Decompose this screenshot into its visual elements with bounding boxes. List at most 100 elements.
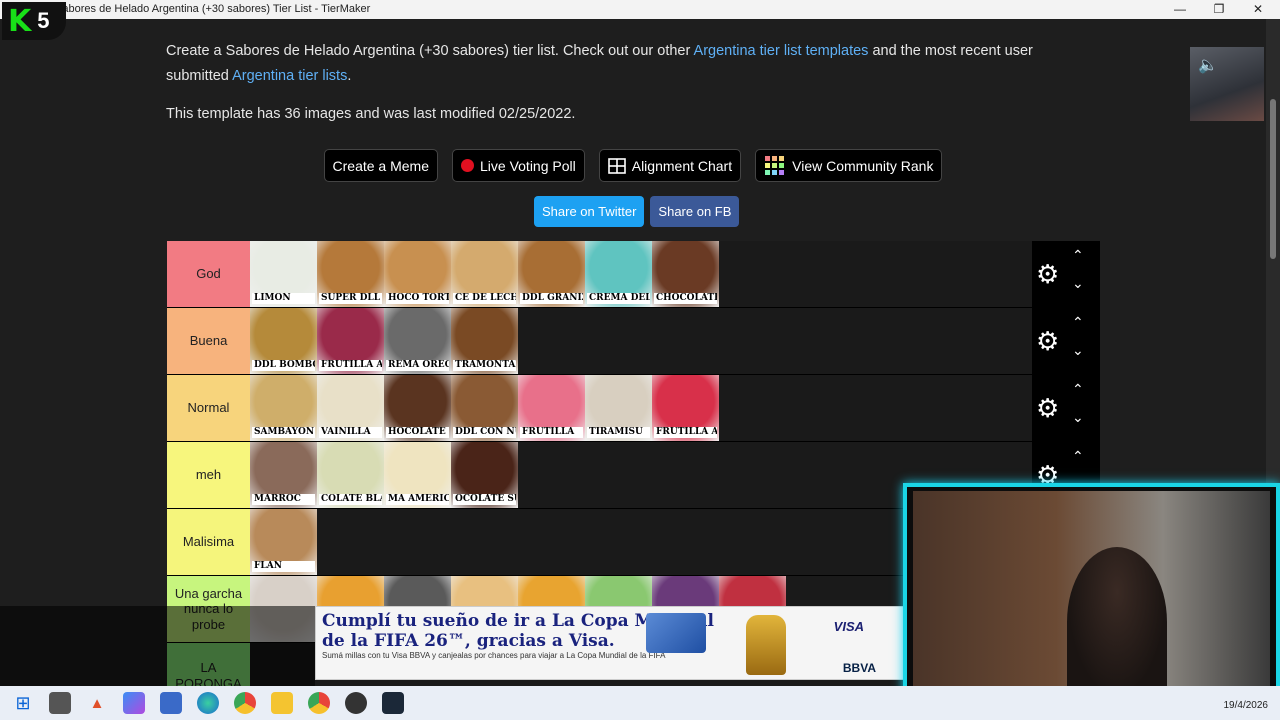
item-label: TIRAMISU — [587, 427, 650, 438]
bbva-logo: BBVA — [842, 661, 876, 675]
create-meme-button[interactable]: Create a Meme — [323, 149, 438, 182]
store-icon[interactable] — [160, 692, 182, 714]
live-voting-button[interactable]: Live Voting Poll — [452, 149, 585, 182]
chevron-up-icon[interactable]: ⌃ — [1072, 381, 1084, 398]
ice-cream-item[interactable]: FRUTILLA — [518, 375, 585, 441]
ice-cream-item[interactable]: OCOLATE SUIZ — [451, 442, 518, 508]
item-label: MARROC — [252, 494, 315, 505]
item-label: REMA OREO — [386, 360, 449, 371]
grid-icon — [607, 157, 626, 174]
restore-button[interactable]: ❐ — [1199, 0, 1239, 19]
logo-number: 5 — [37, 8, 50, 33]
chevron-up-icon[interactable]: ⌃ — [1072, 247, 1084, 264]
tier-items[interactable]: LIMÓN SUPER DLL HOCO TORT CE DE LECH DDL GRA… — [250, 241, 1032, 307]
gear-icon[interactable]: ⚙ — [1036, 328, 1059, 354]
item-label: HOCOLATE CON ALMENDRAS — [386, 427, 449, 438]
ice-cream-item[interactable]: CREMA DEL CIELO — [585, 241, 652, 307]
chevron-down-icon[interactable]: ⌄ — [1072, 275, 1084, 292]
tier-label[interactable]: God — [167, 241, 250, 307]
ice-cream-item[interactable]: HOCOLATE CON ALMENDRAS — [384, 375, 451, 441]
tier-label[interactable]: Malisima — [167, 509, 250, 575]
tier-items[interactable]: SAMBAYON VAINILLA HOCOLATE CON ALMENDRAS DD… — [250, 375, 1032, 441]
alignment-chart-button[interactable]: Alignment Chart — [598, 149, 742, 182]
item-label: CREMA DEL CIELO — [587, 293, 650, 304]
ice-cream-item[interactable]: REMA OREO — [384, 308, 451, 374]
chevron-up-icon[interactable]: ⌃ — [1072, 448, 1084, 465]
ice-cream-item[interactable]: COLATE BLANCO — [317, 442, 384, 508]
volume-icon[interactable]: 🔈 — [1198, 55, 1218, 75]
taskbar: ⊞ ▲ 19/4/2026 — [0, 686, 1280, 720]
share-buttons: Share on Twitter Share on FB — [534, 196, 740, 227]
close-button[interactable]: ✕ — [1238, 0, 1278, 19]
record-dot-icon — [461, 159, 474, 172]
ice-cream-item[interactable]: CHOCOLATE — [652, 241, 719, 307]
item-label: SAMBAYON — [252, 427, 315, 438]
task-view-icon[interactable] — [49, 692, 71, 714]
visa-logo: VISA — [833, 619, 864, 634]
ice-cream-item[interactable]: HOCO TORT — [384, 241, 451, 307]
tier-items[interactable]: DDL BOMBON FRUTILLA A LA REINA REMA OREO TR… — [250, 308, 1032, 374]
tier-label[interactable]: meh — [167, 442, 250, 508]
taskbar-clock: 19/4/2026 — [1223, 700, 1269, 711]
ice-cream-item[interactable]: FRUTILLA A LA REINA — [317, 308, 384, 374]
ice-cream-item[interactable]: DDL GRANIZADO — [518, 241, 585, 307]
create-meme-label: Create a Meme — [332, 157, 429, 174]
argentina-templates-link[interactable]: Argentina tier list templates — [694, 43, 869, 59]
ice-cream-item[interactable]: SAMBAYON — [250, 375, 317, 441]
ice-cream-item[interactable]: VAINILLA — [317, 375, 384, 441]
chevron-down-icon[interactable]: ⌄ — [1072, 409, 1084, 426]
copilot-icon[interactable] — [123, 692, 145, 714]
action-buttons: Create a Meme Live Voting Poll Alignment… — [0, 149, 1266, 182]
share-twitter-button[interactable]: Share on Twitter — [534, 196, 645, 227]
visa-ad-banner[interactable]: Cumplí tu sueño de ir a La Copa Mundial d… — [315, 606, 905, 680]
chevron-up-icon[interactable]: ⌃ — [1072, 314, 1084, 331]
description-text: Create a Sabores de Helado Argentina (+3… — [166, 43, 694, 59]
windows-start-icon[interactable]: ⊞ — [12, 692, 34, 714]
argentina-tierlists-link[interactable]: Argentina tier lists — [232, 68, 347, 84]
edge-icon[interactable] — [197, 692, 219, 714]
tier-label[interactable]: Buena — [167, 308, 250, 374]
ice-cream-item[interactable]: FRUTILLA AL — [652, 375, 719, 441]
stream-logo: K 5 — [2, 2, 66, 40]
tier-label[interactable]: Normal — [167, 375, 250, 441]
file-explorer-icon[interactable] — [271, 692, 293, 714]
steam-icon[interactable] — [382, 692, 404, 714]
ice-cream-item[interactable]: TRAMONTANA — [451, 308, 518, 374]
window-title: ate - Sabores de Helado Argentina (+30 s… — [30, 3, 371, 15]
item-label: DDL CON NUEZ — [453, 427, 516, 438]
ice-cream-item[interactable]: SUPER DLL — [317, 241, 384, 307]
ice-cream-item[interactable]: FLAN — [250, 509, 317, 575]
minimize-button[interactable]: — — [1160, 0, 1200, 19]
streamer-image — [1067, 547, 1167, 697]
ice-cream-item[interactable]: DDL CON NUEZ — [451, 375, 518, 441]
item-label: VAINILLA — [319, 427, 382, 438]
chrome-icon[interactable] — [234, 692, 256, 714]
tier-row: BuenaDDL BOMBON FRUTILLA A LA REINA REMA O… — [167, 308, 1100, 375]
community-rank-label: View Community Rank — [792, 157, 934, 174]
chevron-down-icon[interactable]: ⌄ — [1072, 342, 1084, 359]
ice-cream-item[interactable]: TIRAMISU — [585, 375, 652, 441]
overlay-shade — [0, 606, 315, 686]
item-label: OCOLATE SUIZ — [453, 494, 516, 505]
tier-row: God LIMÓN SUPER DLL HOCO TORT CE DE LECH DDL … — [167, 241, 1100, 308]
item-label: FRUTILLA A LA REINA — [319, 360, 382, 371]
item-label: CE DE LECH — [453, 293, 516, 304]
logo-k: K — [8, 3, 32, 39]
ice-cream-item[interactable]: CE DE LECH — [451, 241, 518, 307]
trophy-image — [746, 615, 786, 675]
obs-icon[interactable] — [345, 692, 367, 714]
ice-cream-item[interactable]: MARROC — [250, 442, 317, 508]
item-label: SUPER DLL — [319, 293, 382, 304]
item-label: TRAMONTANA — [453, 360, 516, 371]
gear-icon[interactable]: ⚙ — [1036, 261, 1059, 287]
gear-icon[interactable]: ⚙ — [1036, 395, 1059, 421]
ice-cream-item[interactable]: LIMÓN — [250, 241, 317, 307]
chrome-profile-icon[interactable] — [308, 692, 330, 714]
share-fb-button[interactable]: Share on FB — [650, 196, 740, 227]
ice-cream-item[interactable]: DDL BOMBON — [250, 308, 317, 374]
scrollbar-thumb[interactable] — [1270, 99, 1276, 259]
ice-cream-item[interactable]: MA AMERICA — [384, 442, 451, 508]
community-rank-button[interactable]: View Community Rank — [755, 149, 943, 182]
brave-icon[interactable]: ▲ — [86, 692, 108, 714]
item-label: HOCO TORT — [386, 293, 449, 304]
